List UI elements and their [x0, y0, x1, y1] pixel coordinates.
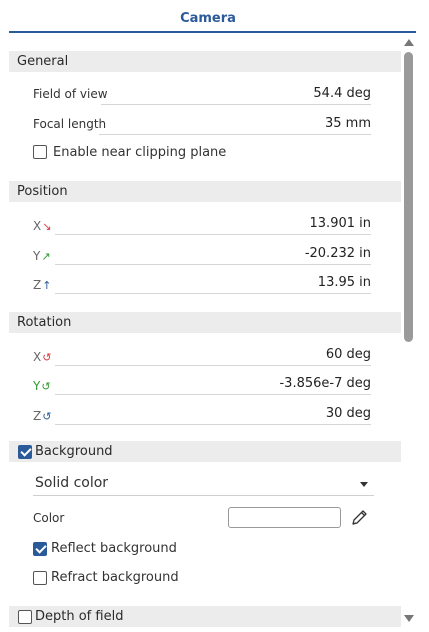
background-type-row: Solid color — [9, 470, 401, 505]
arrow-up-right-icon: ↗ — [41, 249, 51, 263]
position-z-row: Z↑ 13.95 in — [9, 269, 401, 299]
field-of-view-label: Field of view — [33, 87, 108, 101]
color-label: Color — [33, 511, 65, 525]
near-clipping-label: Enable near clipping plane — [53, 145, 227, 160]
position-x-axis: X↘ — [33, 219, 52, 233]
rotation-z-input[interactable]: 30 deg — [55, 403, 371, 425]
section-position-header: Position — [9, 181, 401, 202]
rotate-icon: ↺ — [42, 409, 52, 423]
panel-header: Camera — [0, 0, 416, 33]
section-rotation-header: Rotation — [9, 311, 401, 333]
rotate-icon: ↺ — [42, 350, 52, 364]
position-z-input[interactable]: 13.95 in — [55, 272, 371, 294]
refract-background-row[interactable]: Refract background — [9, 564, 401, 593]
position-x-input[interactable]: 13.901 in — [55, 213, 371, 235]
title-underline — [9, 31, 416, 33]
position-x-row: X↘ 13.901 in — [9, 210, 401, 240]
scroll-thumb[interactable] — [404, 52, 413, 342]
background-color-row: Color — [9, 505, 401, 535]
refract-background-label: Refract background — [51, 570, 179, 585]
rotation-x-input[interactable]: 60 deg — [55, 344, 371, 366]
camera-properties: General Field of view 54.4 deg Focal len… — [9, 51, 401, 627]
scroll-up-arrow-icon[interactable] — [404, 39, 414, 46]
near-clipping-row[interactable]: Enable near clipping plane — [9, 139, 401, 171]
reflect-background-checkbox[interactable] — [33, 542, 47, 556]
section-depth-of-field-header[interactable]: Depth of field — [9, 606, 401, 627]
refract-background-checkbox[interactable] — [33, 571, 47, 585]
arrow-up-icon: ↑ — [42, 279, 52, 292]
vertical-scrollbar[interactable] — [402, 36, 416, 628]
section-background-header[interactable]: Background — [9, 441, 401, 462]
rotate-icon: ↺ — [41, 380, 51, 393]
position-y-row: Y↗ -20.232 in — [9, 240, 401, 270]
depth-of-field-label: Depth of field — [35, 609, 124, 624]
rotation-z-axis: Z↺ — [33, 408, 52, 423]
position-y-axis: Y↗ — [33, 248, 51, 263]
focal-length-label: Focal length — [33, 116, 107, 131]
chevron-down-icon — [360, 482, 368, 487]
near-clipping-checkbox[interactable] — [33, 145, 47, 159]
rotation-x-axis: X↺ — [33, 349, 52, 364]
scroll-down-arrow-icon[interactable] — [404, 615, 414, 622]
reflect-background-row[interactable]: Reflect background — [9, 535, 401, 564]
arrow-down-right-icon: ↘ — [42, 220, 52, 233]
reflect-background-label: Reflect background — [51, 541, 177, 556]
color-swatch[interactable] — [228, 507, 341, 528]
focal-length-input[interactable]: 35 mm — [99, 113, 371, 135]
background-type-value: Solid color — [35, 475, 109, 491]
panel-title: Camera — [180, 11, 236, 26]
background-label: Background — [35, 444, 113, 459]
position-y-input[interactable]: -20.232 in — [55, 243, 371, 265]
rotation-y-input[interactable]: -3.856e-7 deg — [55, 373, 371, 395]
background-type-select[interactable]: Solid color — [33, 470, 374, 496]
depth-of-field-checkbox[interactable] — [18, 610, 32, 624]
rotation-y-row: Y↺ -3.856e-7 deg — [9, 370, 401, 400]
rotation-x-row: X↺ 60 deg — [9, 341, 401, 371]
field-of-view-row: Field of view 54.4 deg — [9, 80, 401, 110]
pencil-icon[interactable] — [350, 507, 370, 527]
focal-length-row: Focal length 35 mm — [9, 110, 401, 140]
section-general-header: General — [9, 51, 401, 72]
position-z-axis: Z↑ — [33, 278, 52, 292]
rotation-y-axis: Y↺ — [33, 379, 51, 393]
field-of-view-input[interactable]: 54.4 deg — [101, 83, 371, 105]
background-checkbox[interactable] — [18, 445, 32, 459]
rotation-z-row: Z↺ 30 deg — [9, 400, 401, 430]
